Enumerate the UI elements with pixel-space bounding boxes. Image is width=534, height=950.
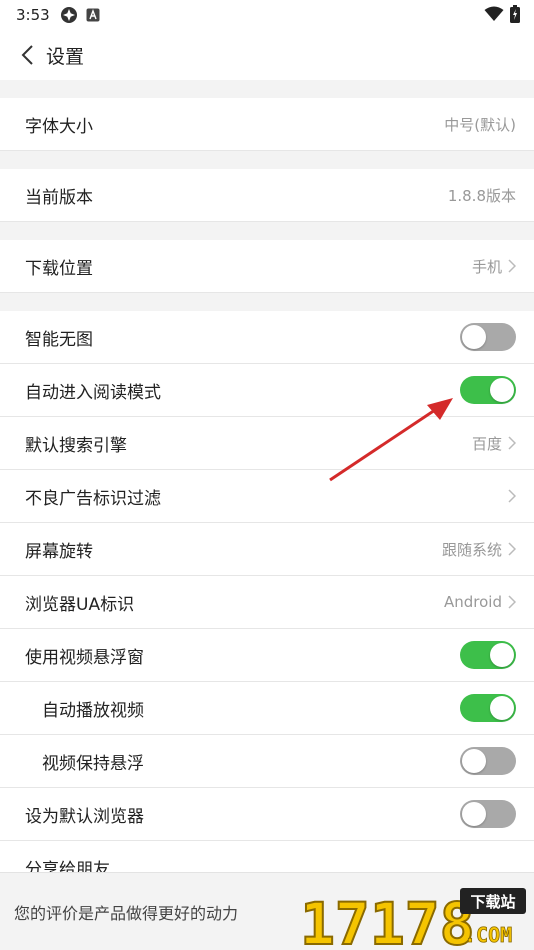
setting-keep-floating[interactable]: 视频保持悬浮 [0, 735, 534, 788]
default-browser-toggle[interactable] [460, 800, 516, 828]
setting-search-engine[interactable]: 默认搜索引擎 百度 [0, 417, 534, 470]
setting-label: 使用视频悬浮窗 [25, 647, 144, 668]
chevron-right-icon [508, 489, 516, 503]
section-gap [0, 151, 534, 169]
chevron-right-icon [508, 595, 516, 609]
setting-autoplay-video[interactable]: 自动播放视频 [0, 682, 534, 735]
section-gap [0, 293, 534, 311]
back-button[interactable] [14, 42, 40, 68]
setting-label: 下载位置 [25, 258, 93, 279]
setting-label: 浏览器UA标识 [25, 594, 135, 615]
auto-reading-mode-toggle[interactable] [460, 376, 516, 404]
status-bar: 3:53 [0, 0, 534, 30]
setting-ua[interactable]: 浏览器UA标识 Android [0, 576, 534, 629]
section-gap [0, 80, 534, 98]
toggle-knob [490, 696, 514, 720]
toggle-knob [490, 378, 514, 402]
toggle-knob [462, 802, 486, 826]
setting-label: 自动播放视频 [42, 700, 144, 721]
title-bar: 设置 [0, 30, 534, 80]
setting-version[interactable]: 当前版本 1.8.8版本 [0, 169, 534, 222]
setting-smart-no-image[interactable]: 智能无图 [0, 311, 534, 364]
setting-label: 字体大小 [25, 116, 93, 137]
battery-icon [510, 5, 520, 27]
floating-video-toggle[interactable] [460, 641, 516, 669]
setting-label: 默认搜索引擎 [25, 435, 127, 456]
setting-share[interactable]: 分享给朋友 [0, 841, 534, 872]
autoplay-video-toggle[interactable] [460, 694, 516, 722]
setting-label: 当前版本 [25, 187, 93, 208]
section-gap [0, 222, 534, 240]
setting-value: 百度 [471, 434, 502, 453]
setting-value: 跟随系统 [441, 540, 502, 559]
setting-value: 手机 [471, 257, 502, 276]
setting-value: 1.8.8版本 [447, 186, 516, 205]
setting-download-location[interactable]: 下载位置 手机 [0, 240, 534, 293]
rating-prompt: 您的评价是产品做得更好的动力 [14, 903, 239, 923]
watermark-digits: 17178 [300, 890, 475, 948]
watermark-domain: .COM [464, 923, 512, 947]
setting-label: 设为默认浏览器 [25, 806, 144, 827]
text-notification-icon [86, 8, 100, 22]
setting-default-browser[interactable]: 设为默认浏览器 [0, 788, 534, 841]
chevron-left-icon [21, 45, 33, 65]
chevron-right-icon [508, 259, 516, 273]
setting-label: 分享给朋友 [25, 860, 110, 872]
setting-label: 自动进入阅读模式 [25, 382, 161, 403]
toggle-knob [490, 643, 514, 667]
chevron-right-icon [508, 542, 516, 556]
watermark-logo-icon: 17178 下载站 .COM [300, 888, 526, 948]
watermark-badge: 下载站 [470, 893, 515, 911]
setting-label: 屏幕旋转 [25, 541, 93, 562]
setting-screen-rotation[interactable]: 屏幕旋转 跟随系统 [0, 523, 534, 576]
keep-floating-toggle[interactable] [460, 747, 516, 775]
setting-label: 视频保持悬浮 [42, 753, 144, 774]
toggle-knob [462, 325, 486, 349]
setting-value: Android [444, 593, 502, 611]
setting-floating-video[interactable]: 使用视频悬浮窗 [0, 629, 534, 682]
page-title: 设置 [46, 45, 85, 68]
toggle-knob [462, 749, 486, 773]
setting-value: 中号(默认) [444, 115, 516, 134]
settings-list: 字体大小 中号(默认) 当前版本 1.8.8版本 下载位置 手机 智能无图 自动… [0, 80, 534, 872]
setting-ad-filter[interactable]: 不良广告标识过滤 [0, 470, 534, 523]
app-notification-icon [60, 6, 78, 24]
setting-label: 智能无图 [25, 329, 93, 350]
setting-auto-reading-mode[interactable]: 自动进入阅读模式 [0, 364, 534, 417]
status-time: 3:53 [16, 6, 50, 24]
chevron-right-icon [508, 436, 516, 450]
smart-no-image-toggle[interactable] [460, 323, 516, 351]
setting-label: 不良广告标识过滤 [25, 488, 161, 509]
setting-font-size[interactable]: 字体大小 中号(默认) [0, 98, 534, 151]
wifi-icon [484, 6, 504, 26]
